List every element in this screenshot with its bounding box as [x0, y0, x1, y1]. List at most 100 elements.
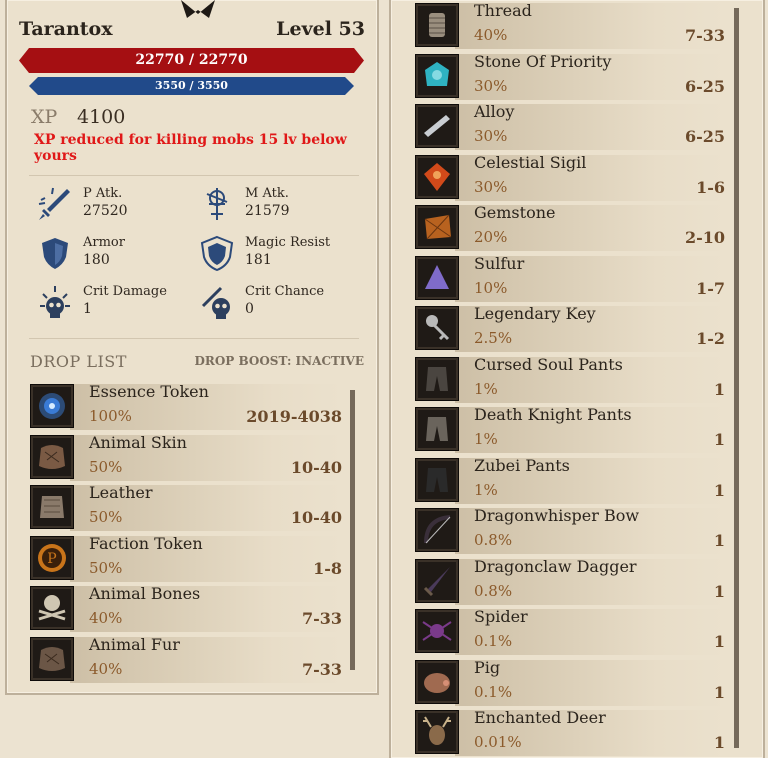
animal-skin-icon: [39, 444, 65, 469]
sulfur-icon: [425, 264, 449, 289]
drop-item[interactable]: Zubei Pants 1% 1: [415, 456, 725, 504]
bow-icon: [424, 515, 451, 544]
drop-item[interactable]: Thread 40% 7-33: [415, 1, 725, 49]
item-thumbnail[interactable]: [30, 586, 74, 631]
scrollbar-right[interactable]: [734, 8, 739, 748]
pants-icon: [426, 417, 448, 441]
item-thumbnail[interactable]: [415, 356, 459, 401]
item-name: Leather: [89, 483, 153, 503]
stat-label: M Atk.: [245, 186, 289, 201]
stat-crit-damage: Crit Damage 1: [37, 284, 197, 324]
item-thumbnail[interactable]: [415, 407, 459, 451]
item-name: Spider: [474, 607, 528, 626]
stat-label: Armor: [83, 235, 125, 250]
drop-item[interactable]: Spider 0.1% 1: [415, 607, 725, 655]
divider: [29, 175, 359, 176]
drop-item[interactable]: Animal Skin 50% 10-40: [30, 433, 342, 481]
drop-item[interactable]: Stone Of Priority 30% 6-25: [415, 52, 725, 100]
drop-item[interactable]: Pig 0.1% 1: [415, 658, 725, 706]
deer-icon: [423, 716, 451, 745]
item-name: Thread: [474, 1, 532, 20]
item-thumbnail[interactable]: [415, 104, 459, 148]
item-name: Animal Bones: [89, 584, 201, 604]
drop-list-title: DROP LIST: [30, 352, 127, 371]
scrollbar-left[interactable]: [350, 390, 355, 670]
animal-bones-icon: [38, 595, 66, 621]
drop-item[interactable]: Sulfur 10% 1-7: [415, 254, 725, 302]
item-thumbnail[interactable]: [415, 53, 459, 98]
stat-armor: Armor 180: [37, 235, 197, 275]
item-thumbnail[interactable]: [415, 457, 459, 502]
item-quantity: 1: [713, 379, 725, 399]
drop-item[interactable]: Dragonclaw Dagger 0.8% 1: [415, 557, 725, 605]
stat-value: 0: [245, 301, 254, 317]
stat-value: 1: [83, 301, 92, 317]
item-thumbnail[interactable]: [415, 154, 459, 199]
drop-item[interactable]: Alloy 30% 6-25: [415, 102, 725, 150]
item-thumbnail[interactable]: [415, 659, 459, 704]
item-quantity: 1: [713, 581, 725, 601]
drop-item[interactable]: Death Knight Pants 1% 1: [415, 405, 725, 453]
item-drop-chance: 30%: [474, 127, 508, 145]
item-quantity: 1-2: [696, 329, 725, 348]
item-drop-chance: 40%: [89, 609, 123, 628]
drop-item[interactable]: Celestial Sigil 30% 1-6: [415, 153, 725, 201]
item-quantity: 7-33: [301, 660, 342, 679]
drop-item[interactable]: Animal Fur 40% 7-33: [30, 635, 342, 683]
magic-staff-icon: [206, 188, 228, 220]
item-name: Animal Fur: [89, 635, 180, 654]
divider: [29, 338, 359, 339]
drop-item[interactable]: Enchanted Deer 0.01% 1: [415, 708, 725, 756]
item-thumbnail[interactable]: [415, 508, 459, 552]
item-thumbnail[interactable]: [415, 3, 459, 47]
item-quantity: 1-7: [696, 278, 725, 298]
item-thumbnail[interactable]: [30, 384, 74, 428]
item-drop-chance: 0.1%: [474, 682, 513, 701]
item-thumbnail[interactable]: [415, 205, 459, 249]
item-drop-chance: 2.5%: [474, 329, 513, 347]
item-thumbnail[interactable]: [30, 434, 74, 479]
item-drop-chance: 20%: [474, 228, 508, 246]
item-drop-chance: 0.01%: [474, 733, 522, 751]
stat-label: Crit Damage: [83, 284, 167, 299]
item-name: Stone Of Priority: [474, 51, 612, 71]
drop-item[interactable]: Animal Bones 40% 7-33: [30, 584, 342, 633]
item-quantity: 6-25: [684, 127, 725, 146]
item-thumbnail[interactable]: [415, 306, 459, 350]
item-thumbnail[interactable]: [415, 558, 459, 603]
item-quantity: 2019-4038: [246, 407, 342, 426]
drop-item[interactable]: Essence Token 100% 2019-4038: [30, 382, 342, 430]
stat-value: 180: [83, 252, 110, 268]
monster-level: Level 53: [276, 18, 365, 40]
stat-magic-resist: Magic Resist 181: [199, 235, 359, 275]
gemstone-icon: [424, 214, 452, 240]
sigil-icon: [424, 162, 450, 191]
item-name: Essence Token: [89, 382, 209, 401]
dagger-icon: [423, 566, 450, 596]
item-thumbnail[interactable]: [415, 255, 459, 300]
drop-item[interactable]: Cursed Soul Pants 1% 1: [415, 355, 725, 403]
essence-token-icon: [39, 393, 65, 419]
item-thumbnail[interactable]: [30, 637, 74, 681]
item-drop-chance: 100%: [89, 407, 132, 425]
drop-item[interactable]: Dragonwhisper Bow 0.8% 1: [415, 506, 725, 554]
item-name: Enchanted Deer: [474, 708, 606, 727]
item-name: Celestial Sigil: [474, 152, 587, 172]
item-thumbnail[interactable]: [415, 710, 459, 754]
item-name: Alloy: [474, 102, 515, 121]
item-thumbnail[interactable]: [415, 609, 459, 653]
stone-icon: [425, 61, 449, 86]
item-name: Dragonclaw Dagger: [474, 556, 637, 576]
stat-value: 181: [245, 252, 272, 268]
item-thumbnail[interactable]: [30, 485, 74, 530]
item-name: Zubei Pants: [474, 455, 570, 475]
skull-burst-icon: [40, 286, 70, 318]
leather-icon: [40, 496, 64, 519]
item-quantity: 10-40: [290, 508, 342, 528]
stat-label: Crit Chance: [245, 284, 325, 299]
drop-item[interactable]: Gemstone 20% 2-10: [415, 203, 725, 251]
drop-item[interactable]: Legendary Key 2.5% 1-2: [415, 304, 725, 352]
item-thumbnail[interactable]: P: [30, 535, 74, 580]
drop-item[interactable]: Leather 50% 10-40: [30, 483, 342, 532]
drop-item[interactable]: P Faction Token 50% 1-8: [30, 534, 342, 582]
